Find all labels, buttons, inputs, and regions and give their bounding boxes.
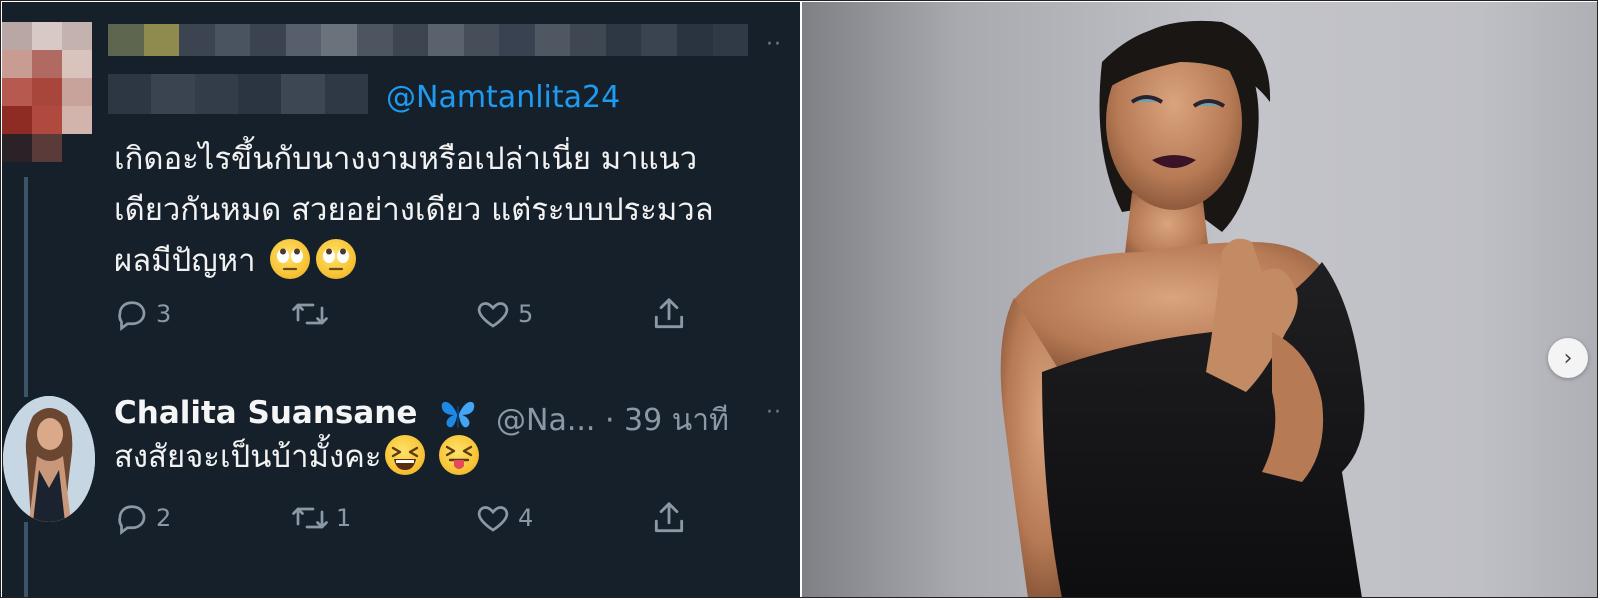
thread-connector-line [24,177,28,397]
reply-reply-button[interactable]: 2 [114,498,171,538]
reply-text-line: สงสัยจะเป็นบ้ามั้งคะ [114,432,480,483]
squinting-face-with-tongue-emoji [439,435,480,475]
tweet-text-line: เกิดอะไรขึ้นกับนางงามหรือเปล่าเนี่ย มาแน… [114,141,698,177]
chevron-right-icon: › [1563,345,1573,371]
next-photo-button[interactable]: › [1548,338,1588,378]
portrait-photo [802,2,1598,598]
tweet-text-line-with-emoji: ผลมีปัญหา [114,236,714,287]
reply-button[interactable]: 3 [114,294,171,334]
reply-display-name[interactable]: Chalita Suansane [114,395,417,431]
retweet-count: 1 [336,504,352,532]
heart-icon [477,506,509,532]
like-button[interactable]: 5 [474,294,533,334]
reply-retweet-button[interactable]: 1 [290,498,351,538]
tweet-text-line: เดียวกันหมด สวยอย่างเดียว แต่ระบบประมวล [114,192,714,228]
reply-icon [118,505,146,535]
tweet-action-bar: 3 5 [114,294,714,334]
reply-share-button[interactable] [650,498,688,538]
mention-link[interactable]: @Namtanlita24 [386,80,620,115]
thread-connector-line-bottom [24,522,28,598]
reply-more-options-icon[interactable]: ·· [766,402,782,424]
face-with-rolling-eyes-emoji [315,239,356,279]
reply-count: 3 [156,300,172,328]
share-button[interactable] [650,294,688,334]
retweet-button[interactable] [290,294,336,334]
reply-icon [118,301,146,331]
retweet-icon [292,303,328,325]
tweet-text-line: ผลมีปัญหา [114,243,256,279]
pixelated-avatar[interactable] [2,22,92,162]
reply-body: สงสัยจะเป็นบ้ามั้งคะ [114,432,480,483]
retweet-icon [292,507,328,529]
pixelated-display-name [108,24,748,56]
reply-action-bar: 2 1 4 [114,498,714,538]
more-options-icon[interactable]: ·· [766,34,782,56]
reply-avatar[interactable] [3,396,95,522]
grinning-squinting-face-emoji [385,435,426,475]
woman-portrait-illustration [1000,20,1365,598]
like-count: 4 [518,504,534,532]
reply-count: 2 [156,504,172,532]
share-icon [654,298,684,329]
heart-icon [477,302,509,328]
tweet-screenshot-panel: ·· @Namtanlita24 เกิดอะไรขึ้นกับนางงามหร… [2,2,800,598]
like-count: 5 [518,300,534,328]
reply-like-button[interactable]: 4 [474,498,533,538]
tweet-body: เกิดอะไรขึ้นกับนางงามหรือเปล่าเนี่ย มาแน… [114,134,714,287]
share-icon [654,502,684,533]
face-with-rolling-eyes-emoji [269,239,310,279]
reply-handle-and-time: @Na... · 39 นาที [496,403,729,438]
pixelated-handle [108,74,368,114]
reply-text: สงสัยจะเป็นบ้ามั้งคะ [114,439,382,475]
